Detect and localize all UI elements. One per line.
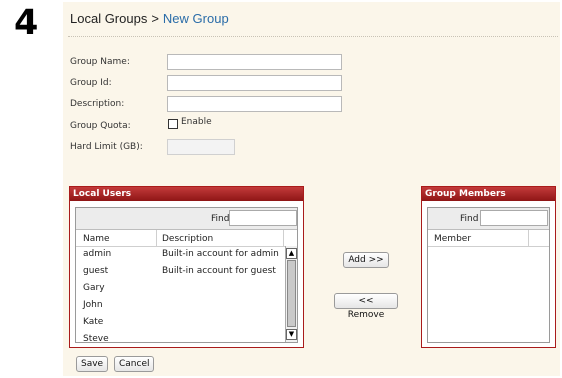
local-users-header: Name Description xyxy=(76,230,297,247)
breadcrumb-current: New Group xyxy=(162,11,229,26)
column-header-description[interactable]: Description xyxy=(162,234,213,244)
group-name-label: Group Name: xyxy=(70,57,130,67)
breadcrumb-parent[interactable]: Local Groups xyxy=(70,11,147,26)
user-name: John xyxy=(83,300,103,310)
column-divider xyxy=(528,230,529,246)
cancel-button[interactable]: Cancel xyxy=(114,356,154,372)
group-members-panel: Group Members Find Member xyxy=(421,186,556,348)
user-description: Built-in account for guest xyxy=(162,266,276,276)
group-members-header: Member xyxy=(428,230,549,247)
group-quota-label: Group Quota: xyxy=(70,121,131,131)
column-divider xyxy=(156,230,157,246)
description-input[interactable] xyxy=(167,96,342,112)
scroll-thumb[interactable] xyxy=(287,260,296,327)
enable-quota-checkbox[interactable] xyxy=(168,119,178,129)
user-description: Built-in account for admini xyxy=(162,249,279,259)
user-name: Steve xyxy=(83,334,109,342)
scroll-down-icon[interactable]: ▼ xyxy=(286,329,297,340)
group-id-label: Group Id: xyxy=(70,78,112,88)
scroll-up-icon[interactable]: ▲ xyxy=(286,248,297,259)
group-members-title: Group Members xyxy=(422,187,555,201)
local-users-scrollbar[interactable]: ▲ ▼ xyxy=(285,246,297,342)
group-members-find-bar: Find xyxy=(428,208,549,230)
local-users-rows: admin Built-in account for admini guest Bu… xyxy=(76,246,285,342)
local-users-find-input[interactable] xyxy=(229,210,297,226)
local-users-panel: Local Users Find Name Description admin B… xyxy=(69,186,304,348)
group-name-input[interactable] xyxy=(167,54,342,70)
enable-label: Enable xyxy=(181,117,212,127)
local-users-find-label: Find xyxy=(211,214,230,224)
group-members-find-input[interactable] xyxy=(480,210,548,226)
group-id-input[interactable] xyxy=(167,75,342,91)
user-name: Kate xyxy=(83,317,104,327)
local-users-table: Find Name Description admin Built-in acco… xyxy=(75,207,298,343)
local-users-title: Local Users xyxy=(70,187,303,201)
local-users-find-bar: Find xyxy=(76,208,297,230)
column-header-member[interactable]: Member xyxy=(434,234,471,244)
description-label: Description: xyxy=(70,99,125,109)
group-members-table: Find Member xyxy=(427,207,550,343)
breadcrumb-separator: > xyxy=(151,11,159,26)
hard-limit-input[interactable] xyxy=(167,139,235,155)
remove-button[interactable]: << Remove xyxy=(334,293,398,320)
hard-limit-label: Hard Limit (GB): xyxy=(70,142,143,152)
step-number: 4 xyxy=(14,3,39,43)
user-name: admin xyxy=(83,249,112,259)
user-name: guest xyxy=(83,266,109,276)
user-name: Gary xyxy=(83,283,105,293)
header-divider xyxy=(68,36,558,37)
save-button[interactable]: Save xyxy=(76,356,108,372)
group-members-find-label: Find xyxy=(460,214,479,224)
add-button[interactable]: Add >> xyxy=(343,252,389,268)
breadcrumb: Local Groups > New Group xyxy=(70,11,229,26)
column-divider xyxy=(283,230,284,246)
column-header-name[interactable]: Name xyxy=(83,234,110,244)
